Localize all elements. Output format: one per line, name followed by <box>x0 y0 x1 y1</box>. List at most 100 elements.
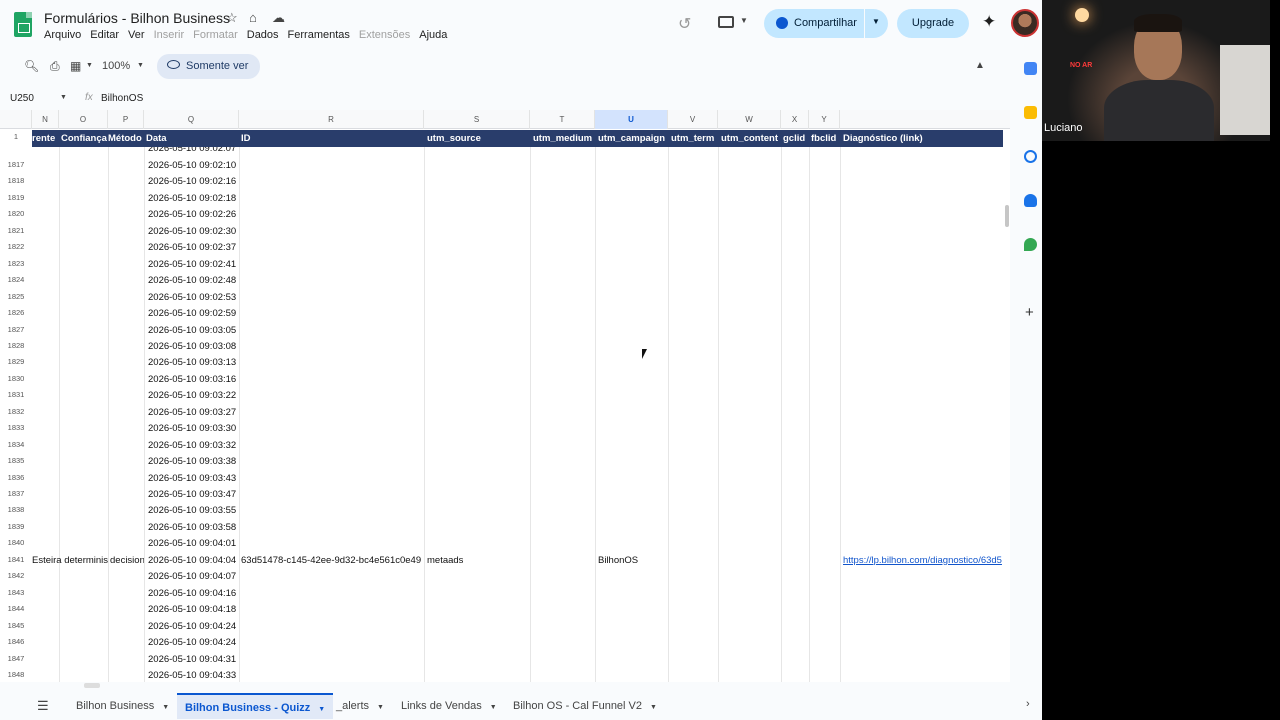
sheet-tab[interactable]: _alerts ▼ <box>328 693 392 719</box>
date-cell[interactable]: 2026-05-10 09:04:16 <box>148 586 236 602</box>
tasks-icon[interactable] <box>1024 150 1037 163</box>
row-number[interactable]: 1848 <box>0 670 32 679</box>
date-cell[interactable]: 2026-05-10 09:02:18 <box>148 191 236 207</box>
row-number[interactable]: 1847 <box>0 654 32 663</box>
chevron-down-icon[interactable]: ▼ <box>377 704 384 711</box>
row-number[interactable]: 1825 <box>0 292 32 301</box>
chevron-down-icon[interactable]: ▼ <box>740 16 748 25</box>
column-header-y[interactable]: Y <box>809 110 840 129</box>
filter-view-icon[interactable]: ▦ <box>70 59 81 73</box>
date-cell[interactable]: 2026-05-10 09:03:38 <box>148 454 236 470</box>
date-cell[interactable]: 2026-05-10 09:03:55 <box>148 503 236 519</box>
row-number-header[interactable]: 1 <box>0 132 32 141</box>
cloud-status-icon[interactable]: ☁ <box>272 10 285 26</box>
metodo-cell[interactable]: decision <box>110 553 144 569</box>
row-number[interactable]: 1844 <box>0 604 32 613</box>
date-cell[interactable]: 2026-05-10 09:02:41 <box>148 257 236 273</box>
sheet-tab[interactable]: Bilhon Business - Quizz ▼ <box>177 693 334 719</box>
date-cell[interactable]: 2026-05-10 09:03:13 <box>148 355 236 371</box>
search-icon[interactable]: 🔍︎ <box>24 59 39 73</box>
menu-item-ajuda[interactable]: Ajuda <box>419 29 447 41</box>
row-number[interactable]: 1835 <box>0 456 32 465</box>
row-number[interactable]: 1819 <box>0 193 32 202</box>
date-cell[interactable]: 2026-05-10 09:04:01 <box>148 536 236 552</box>
frente-cell[interactable]: Esteira determinis <box>32 553 108 569</box>
row-number[interactable]: 1824 <box>0 275 32 284</box>
row-number[interactable]: 1837 <box>0 489 32 498</box>
menu-item-editar[interactable]: Editar <box>90 29 119 41</box>
column-header-x[interactable]: X <box>781 110 809 129</box>
upgrade-button[interactable]: Upgrade <box>897 9 969 38</box>
menu-item-formatar[interactable]: Formatar <box>193 29 238 41</box>
date-cell[interactable]: 2026-05-10 09:03:30 <box>148 421 236 437</box>
horizontal-scrollbar[interactable] <box>84 683 100 688</box>
row-number[interactable]: 1822 <box>0 242 32 251</box>
column-header-t[interactable]: T <box>530 110 595 129</box>
row-number[interactable]: 1818 <box>0 176 32 185</box>
id-cell[interactable]: 63d51478-c145-42ee-9d32-bc4e561c0e49 <box>241 553 423 569</box>
row-number[interactable]: 1826 <box>0 308 32 317</box>
date-cell[interactable]: 2026-05-10 09:04:31 <box>148 652 236 668</box>
chevron-down-icon[interactable]: ▼ <box>490 704 497 711</box>
menu-item-ver[interactable]: Ver <box>128 29 145 41</box>
vertical-scrollbar[interactable] <box>1005 205 1009 227</box>
date-cell[interactable]: 2026-05-10 09:02:16 <box>148 174 236 190</box>
chevron-up-icon[interactable]: ▲ <box>975 60 985 71</box>
row-number[interactable]: 1823 <box>0 259 32 268</box>
row-number[interactable]: 1833 <box>0 423 32 432</box>
corner-cell[interactable] <box>0 110 32 129</box>
document-title[interactable]: Formulários - Bilhon Business <box>44 10 230 26</box>
sheet-tab[interactable]: Bilhon Business ▼ <box>68 693 177 719</box>
contacts-icon[interactable] <box>1024 194 1037 207</box>
column-header-u[interactable]: U <box>595 110 668 129</box>
date-cell[interactable]: 2026-05-10 09:04:33 <box>148 668 236 682</box>
row-number[interactable]: 1827 <box>0 325 32 334</box>
date-cell[interactable]: 2026-05-10 09:04:07 <box>148 569 236 585</box>
date-cell[interactable]: 2026-05-10 09:02:30 <box>148 224 236 240</box>
row-number[interactable]: 1842 <box>0 571 32 580</box>
keep-icon[interactable] <box>1024 106 1037 119</box>
share-button[interactable]: Compartilhar ▼ <box>764 9 888 38</box>
date-cell[interactable]: 2026-05-10 09:02:07 <box>148 147 236 157</box>
date-cell[interactable]: 2026-05-10 09:03:08 <box>148 339 236 355</box>
column-header-p[interactable]: P <box>108 110 144 129</box>
all-sheets-menu-icon[interactable]: ☰ <box>37 698 49 714</box>
row-number[interactable]: 1832 <box>0 407 32 416</box>
menu-item-dados[interactable]: Dados <box>247 29 279 41</box>
add-addon-icon[interactable]: + <box>1025 304 1034 321</box>
diagnostico-link[interactable]: https://lp.bilhon.com/diagnostico/63d5 <box>843 553 1003 569</box>
column-header-v[interactable]: V <box>668 110 718 129</box>
date-cell[interactable]: 2026-05-10 09:02:53 <box>148 290 236 306</box>
date-cell[interactable]: 2026-05-10 09:04:18 <box>148 602 236 618</box>
row-number[interactable]: 1830 <box>0 374 32 383</box>
row-number[interactable]: 1836 <box>0 473 32 482</box>
sheet-tab[interactable]: Links de Vendas ▼ <box>393 693 505 719</box>
row-number[interactable]: 1834 <box>0 440 32 449</box>
name-box[interactable]: U250 <box>10 93 34 104</box>
row-number[interactable]: 1846 <box>0 637 32 646</box>
menu-item-inserir[interactable]: Inserir <box>154 29 185 41</box>
chevron-right-icon[interactable]: › <box>1026 698 1030 710</box>
date-cell[interactable]: 2026-05-10 09:02:59 <box>148 306 236 322</box>
chevron-down-icon[interactable]: ▼ <box>137 62 144 69</box>
date-cell[interactable]: 2026-05-10 09:03:47 <box>148 487 236 503</box>
row-number[interactable]: 1817 <box>0 160 32 169</box>
row-number[interactable]: 1839 <box>0 522 32 531</box>
move-icon[interactable]: ⌂ <box>249 10 257 25</box>
row-number[interactable]: 1841 <box>0 555 32 564</box>
utm-campaign-cell[interactable]: BilhonOS <box>598 553 638 569</box>
column-header-q[interactable]: Q <box>144 110 239 129</box>
maps-icon[interactable] <box>1024 238 1037 251</box>
sheet-tab[interactable]: Bilhon OS - Cal Funnel V2 ▼ <box>505 693 665 719</box>
date-cell[interactable]: 2026-05-10 09:02:10 <box>148 158 236 174</box>
date-cell[interactable]: 2026-05-10 09:03:22 <box>148 388 236 404</box>
date-cell[interactable]: 2026-05-10 09:03:58 <box>148 520 236 536</box>
row-number[interactable]: 1829 <box>0 357 32 366</box>
date-cell[interactable]: 2026-05-10 09:02:37 <box>148 240 236 256</box>
calendar-icon[interactable] <box>1024 62 1037 75</box>
menu-item-ferramentas[interactable]: Ferramentas <box>288 29 350 41</box>
row-number[interactable]: 1820 <box>0 209 32 218</box>
row-number[interactable]: 1838 <box>0 505 32 514</box>
row-number[interactable]: 1843 <box>0 588 32 597</box>
formula-input[interactable]: BilhonOS <box>101 93 143 104</box>
